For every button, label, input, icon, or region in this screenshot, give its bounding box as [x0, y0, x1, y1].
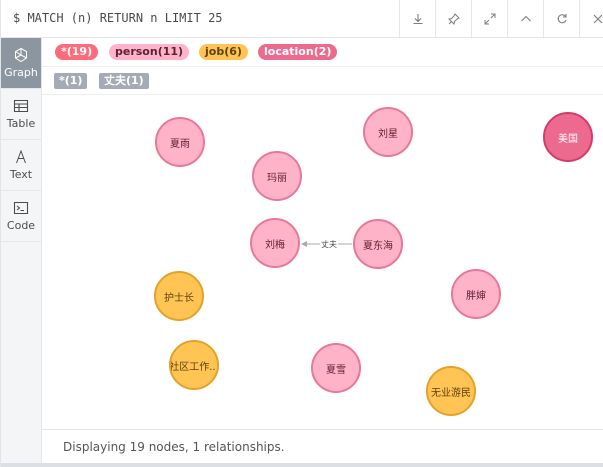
status-text: Displaying 19 nodes, 1 relationships.: [63, 440, 285, 454]
node-person[interactable]: 刘星: [363, 107, 413, 157]
result-frame: $ MATCH (n) RETURN n LIMIT 25 Graph Tabl…: [0, 0, 603, 467]
node-person[interactable]: 夏雨: [155, 117, 205, 167]
close-button[interactable]: [579, 0, 603, 38]
download-button[interactable]: [399, 0, 435, 38]
node-person[interactable]: 玛丽: [252, 151, 302, 201]
node-job[interactable]: 无业游民: [426, 366, 476, 416]
legend-all-nodes[interactable]: *(19): [55, 44, 99, 60]
text-icon: [16, 149, 26, 164]
sidebar-item-text[interactable]: Text: [1, 140, 41, 191]
node-person[interactable]: 胖婶: [451, 269, 501, 319]
legend-location[interactable]: location(2): [258, 44, 338, 60]
legend-person[interactable]: person(11): [109, 44, 190, 60]
rerun-button[interactable]: [543, 0, 579, 38]
pin-icon: [447, 13, 460, 25]
relationship-type-legend: *(1) 丈夫(1): [42, 67, 603, 95]
legend-job[interactable]: job(6): [199, 44, 248, 60]
graph-icon: [15, 47, 27, 63]
sidebar-item-code[interactable]: Code: [1, 191, 41, 242]
table-icon: [13, 99, 29, 113]
sidebar-item-table[interactable]: Table: [1, 89, 41, 140]
graph-canvas[interactable]: 丈夫 夏雨 刘星 美国 玛丽 刘梅 夏东海 护士长 胖婶 社区工作... 夏雪 …: [42, 96, 603, 429]
collapse-button[interactable]: [507, 0, 543, 38]
legend-husband-relationship[interactable]: 丈夫(1): [99, 73, 149, 89]
node-job[interactable]: 护士长: [154, 271, 204, 321]
fullscreen-button[interactable]: [471, 0, 507, 38]
node-job[interactable]: 社区工作...: [169, 340, 219, 390]
node-person[interactable]: 夏东海: [353, 219, 403, 269]
sidebar-item-label: Table: [6, 117, 36, 130]
node-person[interactable]: 夏雪: [311, 343, 361, 393]
collapse-icon: [520, 15, 531, 22]
expand-icon: [484, 13, 495, 25]
sidebar-item-label: Text: [9, 168, 33, 181]
legend-all-relationships[interactable]: *(1): [54, 73, 88, 89]
pin-button[interactable]: [435, 0, 471, 38]
close-icon: [593, 14, 602, 24]
sidebar-item-label: Code: [6, 219, 36, 232]
relationship-label: 丈夫: [321, 239, 337, 249]
query-text[interactable]: $ MATCH (n) RETURN n LIMIT 25: [13, 11, 223, 25]
download-icon: [413, 14, 422, 25]
node-person[interactable]: 刘梅: [250, 218, 300, 268]
sidebar-item-label: Graph: [4, 66, 38, 79]
code-icon: [13, 201, 29, 215]
arrowhead-icon: [301, 241, 307, 247]
view-sidebar: Graph Table Text Code: [1, 38, 42, 467]
node-label-legend: *(19) person(11) job(6) location(2): [42, 38, 603, 67]
node-location[interactable]: 美国: [543, 112, 593, 162]
status-bar: Displaying 19 nodes, 1 relationships.: [42, 429, 603, 464]
sidebar-item-graph[interactable]: Graph: [1, 38, 41, 89]
query-bar: $ MATCH (n) RETURN n LIMIT 25: [1, 0, 603, 38]
rerun-icon: [557, 14, 567, 24]
bottom-divider: [1, 463, 603, 467]
